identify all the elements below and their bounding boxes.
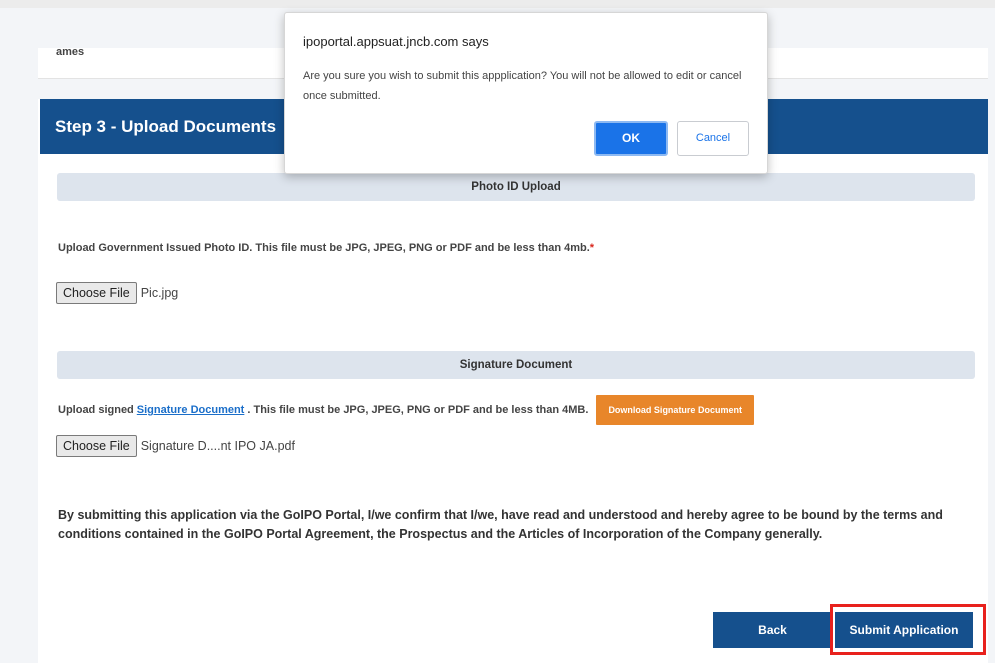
dialog-title: ipoportal.appsuat.jncb.com says (303, 34, 489, 49)
signature-requirement-suffix: . This file must be JPG, JPEG, PNG or PD… (247, 404, 589, 416)
left-gutter (0, 8, 38, 663)
browser-top-bar (0, 0, 995, 8)
dialog-cancel-button[interactable]: Cancel (677, 121, 749, 156)
signature-choose-file-button[interactable]: Choose File (56, 435, 137, 457)
photo-id-choose-file-button[interactable]: Choose File (56, 282, 137, 304)
signature-file-name: Signature D....nt IPO JA.pdf (140, 439, 295, 453)
signature-section-heading: Signature Document (57, 351, 975, 379)
submit-highlight-box (830, 604, 986, 655)
confirm-dialog: ipoportal.appsuat.jncb.com says Are you … (284, 12, 768, 174)
required-marker: * (589, 242, 595, 254)
photo-id-requirement-text: Upload Government Issued Photo ID. This … (58, 242, 590, 254)
step-title: Step 3 - Upload Documents (55, 117, 277, 136)
download-signature-document-button[interactable]: Download Signature Document (596, 395, 754, 425)
signature-requirement: Upload signed Signature Document . This … (58, 395, 754, 425)
signature-document-link[interactable]: Signature Document (137, 404, 245, 416)
right-gutter (988, 8, 995, 663)
cut-off-text: ames (56, 48, 85, 56)
photo-id-file-name: Pic.jpg (140, 286, 179, 300)
photo-id-file-input[interactable]: Choose File Pic.jpg (56, 282, 178, 304)
dialog-message: Are you sure you wish to submit this app… (303, 70, 742, 102)
photo-id-requirement: Upload Government Issued Photo ID. This … (58, 242, 594, 254)
back-button[interactable]: Back (713, 612, 832, 648)
dialog-ok-button[interactable]: OK (594, 121, 668, 156)
signature-file-input[interactable]: Choose File Signature D....nt IPO JA.pdf (56, 435, 295, 457)
photo-id-section-heading: Photo ID Upload (57, 173, 975, 201)
terms-agreement-text: By submitting this application via the G… (58, 508, 943, 541)
signature-requirement-prefix: Upload signed (58, 404, 134, 416)
